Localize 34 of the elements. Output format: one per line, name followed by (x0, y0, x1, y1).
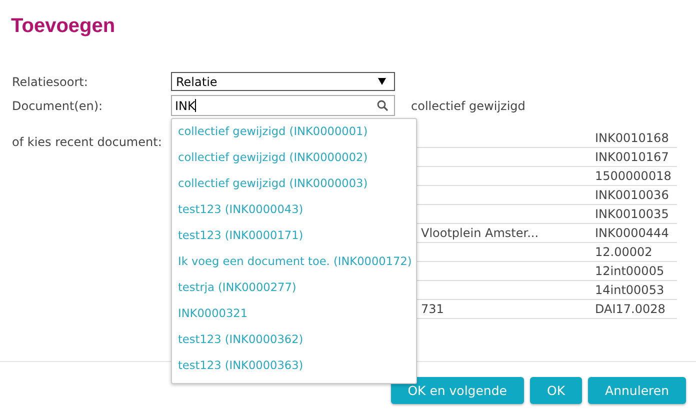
document-search-field[interactable]: INK (171, 95, 395, 116)
suggestion-item[interactable]: collectief gewijzigd (INK0000003) (172, 171, 416, 197)
suggestion-item[interactable]: test123 (INK0000363) (172, 353, 416, 379)
field-label: Document(en): (12, 98, 104, 112)
relation-select[interactable]: Relatie (171, 72, 395, 91)
suggestion-item[interactable]: test123 (INK0000362) (172, 327, 416, 353)
table-cell-text: 1500000018 (595, 169, 672, 183)
table-cell-text: INK0010036 (595, 188, 670, 202)
dialog-title: Toevoegen (11, 14, 116, 39)
suggestion-item[interactable]: testrja (INK0000277) (172, 275, 416, 301)
suggestion-item[interactable]: INK0000321 (172, 301, 416, 327)
table-cell: Vlootplein Amster... (421, 226, 539, 240)
table-cell-text: INK0010168 (595, 131, 670, 145)
suggestion-item[interactable]: test123 (INK0000043) (172, 197, 416, 223)
table-cell-text: DAI17.0028 (595, 302, 666, 316)
field-label: Relatiesoort: (12, 74, 89, 88)
search-icon (377, 100, 388, 111)
next-button[interactable]: OK en volgende (390, 377, 524, 404)
suggestion-item[interactable]: Ik voeg een document toe. (INK0000172) (172, 249, 416, 275)
table-cell-text: INK0000444 (595, 226, 670, 240)
suggestion-item[interactable]: test123 (INK0000171) (172, 223, 416, 249)
table-cell-text: 14int00053 (595, 283, 666, 297)
selected-document: collectief gewijzigd (411, 98, 526, 112)
table-cell-text: INK0010035 (595, 207, 670, 221)
cancel-button[interactable]: Annuleren (588, 377, 686, 404)
suggestion-item[interactable]: collectief gewijzigd (INK0000002) (172, 145, 416, 171)
suggestion-item[interactable]: collectief gewijzigd (INK0000001) (172, 119, 416, 145)
ok-button[interactable]: OK (530, 377, 582, 404)
field-label: of kies recent document: (12, 135, 163, 149)
table-cell-text: 12int00005 (595, 264, 666, 278)
dropdown-arrow-icon (378, 78, 386, 85)
table-cell-text: 12.00002 (595, 245, 654, 259)
table-cell: 731 (421, 302, 444, 316)
table-cell-text: INK0010167 (595, 150, 670, 164)
